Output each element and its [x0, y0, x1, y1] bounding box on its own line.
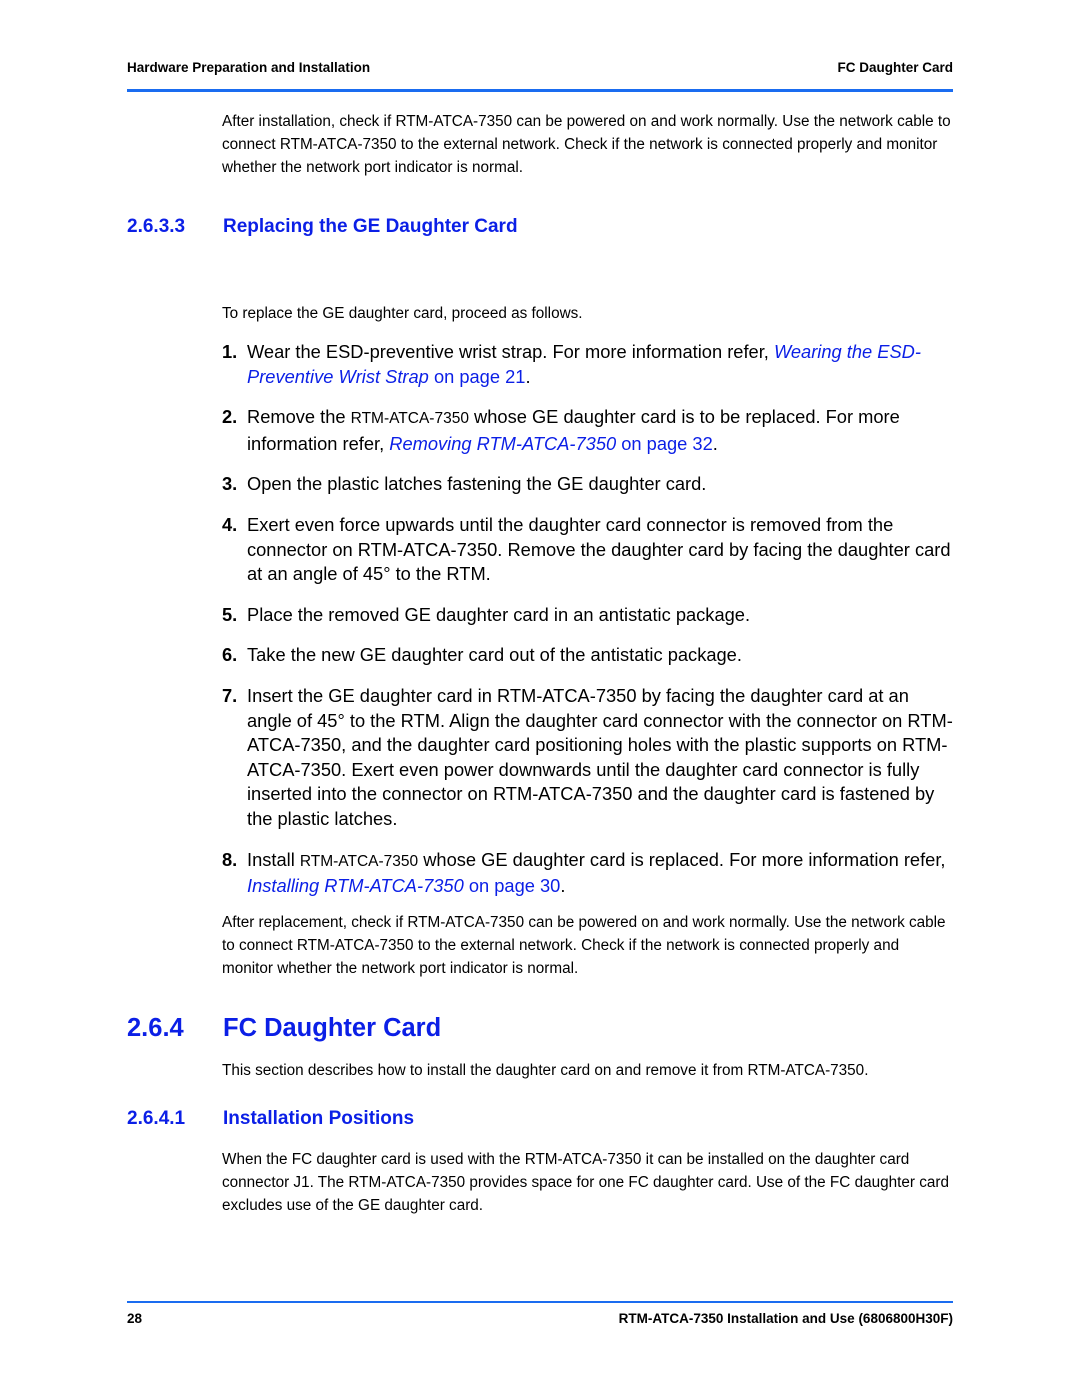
lead-paragraph: To replace the GE daughter card, proceed…	[222, 305, 583, 322]
heading-number: 2.6.4.1	[127, 1108, 186, 1129]
step-3: 3. Open the plastic latches fastening th…	[222, 472, 954, 497]
heading-number: 2.6.4	[127, 1014, 184, 1042]
fc-section-paragraph: This section describes how to install th…	[222, 1062, 869, 1079]
heading-title: Replacing the GE Daughter Card	[223, 216, 518, 237]
heading-2641: 2.6.4.1 Installation Positions	[127, 1108, 414, 1130]
step-number: 2.	[222, 406, 238, 428]
step-6: 6. Take the new GE daughter card out of …	[222, 643, 954, 668]
step-number: 8.	[222, 848, 238, 870]
step-after: .	[560, 875, 566, 897]
step-7: 7. Insert the GE daughter card in RTM-AT…	[222, 684, 954, 832]
heading-264: 2.6.4 FC Daughter Card	[127, 1014, 441, 1043]
step-number: 3.	[222, 473, 238, 495]
intro-paragraph: After installation, check if RTM-ATCA-73…	[222, 113, 951, 176]
step-list: 1. Wear the ESD-preventive wrist strap. …	[222, 340, 954, 915]
step-after: .	[712, 432, 718, 454]
step-number: 4.	[222, 513, 238, 535]
header-chapter: Hardware Preparation and Installation	[127, 60, 371, 75]
step-text: Remove the	[247, 406, 351, 428]
step-text: Exert even force upwards until the daugh…	[247, 513, 951, 585]
header-section: FC Daughter Card	[837, 60, 953, 75]
after-replacement-paragraph: After replacement, check if RTM-ATCA-735…	[222, 914, 946, 977]
product-name: RTM-ATCA-7350	[350, 410, 469, 428]
step-number: 6.	[222, 644, 238, 666]
step-text: Open the plastic latches fastening the G…	[247, 473, 707, 495]
step-number: 7.	[222, 684, 238, 706]
document-title: RTM-ATCA-7350 Installation and Use (6806…	[618, 1311, 953, 1326]
step-4: 4. Exert even force upwards until the da…	[222, 513, 954, 587]
step-text: Place the removed GE daughter card in an…	[247, 603, 751, 625]
link-tail: on page 30	[463, 875, 561, 897]
step-5: 5. Place the removed GE daughter card in…	[222, 603, 954, 628]
product-name: RTM-ATCA-7350	[299, 852, 419, 870]
link-installing-rtm[interactable]: Installing RTM-ATCA-7350 on page 30	[247, 875, 560, 896]
link-italic: Removing RTM-ATCA-7350	[389, 432, 617, 454]
step-after: .	[525, 365, 531, 387]
link-italic: Installing RTM-ATCA-7350	[247, 875, 464, 897]
step-text: Take the new GE daughter card out of the…	[247, 644, 742, 666]
page-header: Hardware Preparation and Installation FC…	[127, 60, 953, 75]
step-text: whose GE daughter card is replaced. For …	[418, 848, 946, 870]
footer-rule	[127, 1301, 953, 1303]
heading-title: Installation Positions	[223, 1108, 415, 1129]
step-text: Wear the ESD-preventive wrist strap. For…	[247, 341, 774, 362]
installation-positions-paragraph: When the FC daughter card is used with t…	[222, 1151, 949, 1214]
link-tail: on page 32	[616, 432, 713, 454]
header-rule	[127, 89, 953, 92]
page-footer: 28 RTM-ATCA-7350 Installation and Use (6…	[127, 1311, 953, 1326]
step-number: 5.	[222, 603, 238, 625]
step-number: 1.	[222, 341, 238, 362]
step-text: Insert the GE daughter card in RTM-ATCA-…	[247, 684, 953, 829]
heading-number: 2.6.3.3	[127, 216, 186, 237]
heading-title: FC Daughter Card	[223, 1014, 442, 1042]
link-tail: on page 21	[428, 365, 526, 387]
link-removing-rtm[interactable]: Removing RTM-ATCA-7350 on page 32	[389, 433, 712, 454]
step-1: 1. Wear the ESD-preventive wrist strap. …	[222, 340, 954, 389]
step-text: Install	[247, 848, 300, 870]
step-8: 8. Install RTM-ATCA-7350 whose GE daught…	[222, 848, 954, 899]
page-number: 28	[127, 1311, 143, 1326]
heading-2633: 2.6.3.3 Replacing the GE Daughter Card	[127, 216, 518, 238]
step-2: 2. Remove the RTM-ATCA-7350 whose GE dau…	[222, 405, 954, 456]
